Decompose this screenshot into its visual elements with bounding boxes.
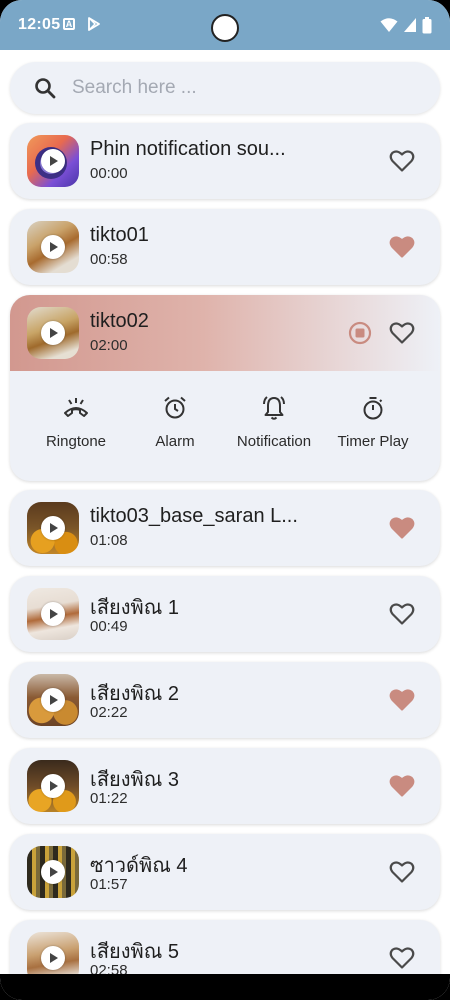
item-duration: 02:00 xyxy=(90,337,128,354)
heart-filled-icon[interactable] xyxy=(389,235,415,259)
alarm-clock-icon xyxy=(164,396,186,419)
list-item[interactable]: tikto01 00:58 xyxy=(10,209,440,285)
list-item[interactable]: เสียงพิณ 2 02:22 xyxy=(10,662,440,738)
ringtone-button[interactable]: Ringtone xyxy=(26,395,126,455)
timer-play-button[interactable]: Timer Play xyxy=(323,395,423,455)
play-button[interactable] xyxy=(41,602,65,626)
phone-ringtone-icon xyxy=(64,398,88,417)
thumbnail xyxy=(27,307,79,359)
alarm-button[interactable]: Alarm xyxy=(125,395,225,455)
heart-filled-icon[interactable] xyxy=(389,688,415,712)
play-button[interactable] xyxy=(41,516,65,540)
bell-ring-icon xyxy=(263,396,285,420)
play-button[interactable] xyxy=(41,235,65,259)
heart-filled-icon[interactable] xyxy=(389,516,415,540)
navigation-bar xyxy=(0,974,450,1000)
item-duration: 01:08 xyxy=(90,532,128,549)
action-label: Ringtone xyxy=(45,433,107,450)
heart-outline-icon[interactable] xyxy=(389,602,415,626)
search-icon xyxy=(35,78,56,99)
item-duration: 01:22 xyxy=(90,790,128,807)
action-label: Alarm xyxy=(155,433,195,450)
list-item[interactable]: เสียงพิณ 3 01:22 xyxy=(10,748,440,824)
phone-screen: 12:05 A Phin notification sou... xyxy=(0,0,450,1000)
heart-filled-icon[interactable] xyxy=(389,774,415,798)
thumbnail xyxy=(27,760,79,812)
item-title: Phin notification sou... xyxy=(90,138,286,160)
search-bar[interactable] xyxy=(10,62,440,114)
play-button[interactable] xyxy=(41,688,65,712)
stop-icon[interactable] xyxy=(348,321,372,345)
thumbnail xyxy=(27,588,79,640)
action-bar: Ringtone Alarm Notification Timer Play xyxy=(10,395,440,455)
list-item-expanded[interactable]: tikto02 02:00 Ringtone Alarm Notificatio… xyxy=(10,295,440,481)
play-button[interactable] xyxy=(41,774,65,798)
play-store-icon xyxy=(88,17,100,31)
play-button[interactable] xyxy=(41,149,65,173)
play-button[interactable] xyxy=(41,321,65,345)
item-title: tikto02 xyxy=(90,310,149,332)
thumbnail xyxy=(27,221,79,273)
search-input[interactable] xyxy=(72,72,422,104)
status-icons xyxy=(380,16,432,34)
heart-outline-icon[interactable] xyxy=(389,860,415,884)
item-title: tikto03_base_saran L... xyxy=(90,505,298,527)
play-button[interactable] xyxy=(41,946,65,970)
wifi-icon xyxy=(380,18,398,32)
thumbnail xyxy=(27,674,79,726)
item-duration: 00:49 xyxy=(90,618,128,635)
heart-outline-icon[interactable] xyxy=(389,149,415,173)
heart-outline-icon[interactable] xyxy=(389,321,415,345)
heart-outline-icon[interactable] xyxy=(389,946,415,970)
play-button[interactable] xyxy=(41,860,65,884)
list-item[interactable]: ซาวด์พิณ 4 01:57 xyxy=(10,834,440,910)
action-label: Notification xyxy=(236,433,312,450)
item-duration: 00:58 xyxy=(90,251,128,268)
signal-icon xyxy=(404,18,416,32)
item-duration: 01:57 xyxy=(90,876,128,893)
thumbnail xyxy=(27,135,79,187)
stopwatch-icon xyxy=(363,397,383,420)
list-item[interactable]: เสียงพิณ 1 00:49 xyxy=(10,576,440,652)
notification-button[interactable]: Notification xyxy=(224,395,324,455)
battery-icon xyxy=(422,16,432,33)
action-label: Timer Play xyxy=(337,433,409,450)
item-duration: 02:22 xyxy=(90,704,128,721)
status-time: 12:05 xyxy=(18,16,61,33)
camera-cutout xyxy=(211,14,239,42)
item-title: tikto01 xyxy=(90,224,149,246)
status-bar: 12:05 A xyxy=(0,0,450,50)
thumbnail xyxy=(27,502,79,554)
list-item[interactable]: Phin notification sou... 00:00 xyxy=(10,123,440,199)
list-item[interactable]: tikto03_base_saran L... 01:08 xyxy=(10,490,440,566)
text-notification-icon: A xyxy=(63,18,75,30)
item-duration: 00:00 xyxy=(90,165,128,182)
thumbnail xyxy=(27,846,79,898)
